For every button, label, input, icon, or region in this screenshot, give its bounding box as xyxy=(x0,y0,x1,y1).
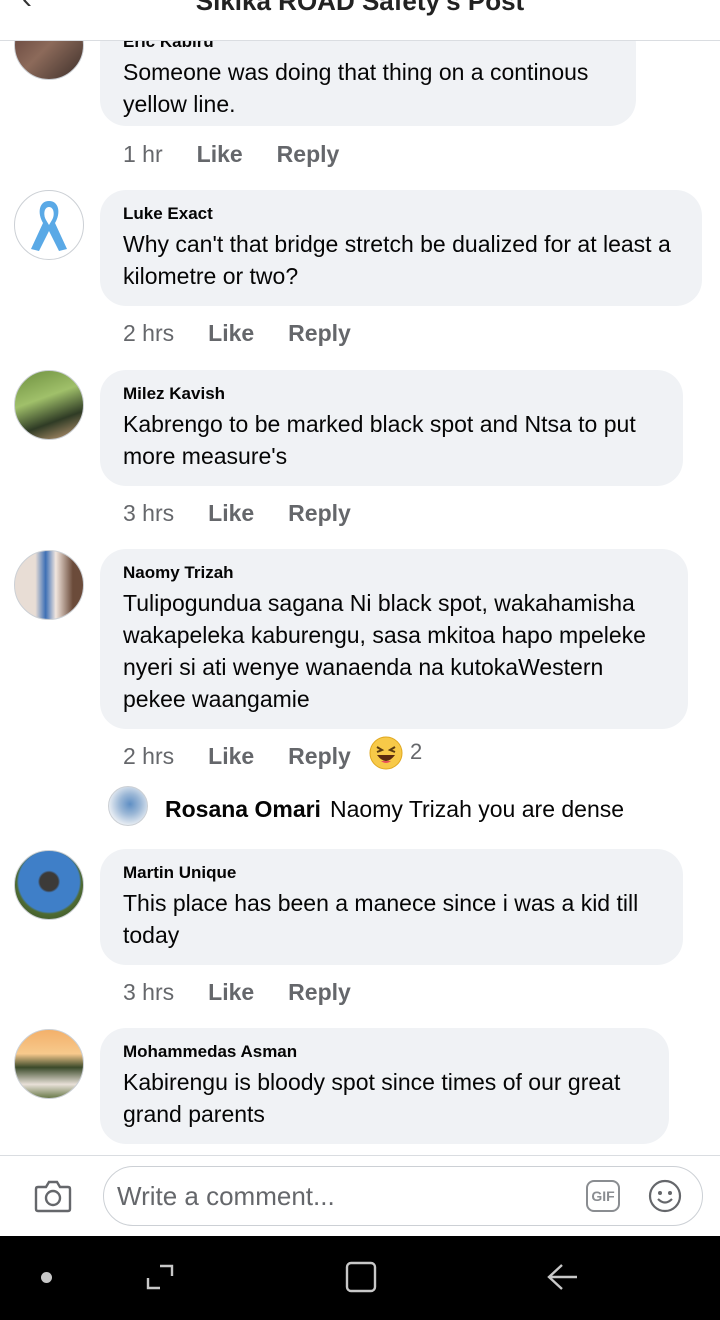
comment-placeholder[interactable]: Write a comment... xyxy=(117,1181,335,1212)
recent-apps-icon[interactable] xyxy=(144,1260,176,1294)
commenter-avatar[interactable] xyxy=(14,850,84,920)
like-button[interactable]: Like xyxy=(197,139,243,169)
commenter-avatar[interactable] xyxy=(14,1029,84,1099)
comment-text: Kabrengo to be marked black spot and Nts… xyxy=(123,411,636,469)
comment-actions: 3 hrs Like Reply xyxy=(123,498,351,528)
comments-feed[interactable]: Eric Kabiru Someone was doing that thing… xyxy=(0,0,720,1155)
commenter-name[interactable]: Luke Exact xyxy=(123,204,679,224)
comment-text: Why can't that bridge stretch be dualize… xyxy=(123,231,671,289)
like-button[interactable]: Like xyxy=(208,498,254,528)
reply-button[interactable]: Reply xyxy=(277,139,340,169)
reply-button[interactable]: Reply xyxy=(288,498,351,528)
comment-composer: Write a comment... GIF xyxy=(0,1155,720,1236)
haha-reaction-icon xyxy=(369,736,403,770)
comment-actions: 3 hrs Like Reply xyxy=(123,977,351,1007)
comment-text: Someone was doing that thing on a contin… xyxy=(123,59,589,117)
like-button[interactable]: Like xyxy=(208,741,254,771)
reply-button[interactable]: Reply xyxy=(288,318,351,348)
commenter-avatar[interactable] xyxy=(14,550,84,620)
ribbon-avatar-image xyxy=(31,201,67,251)
reply-author[interactable]: Rosana Omari xyxy=(165,796,321,823)
home-icon[interactable] xyxy=(344,1260,378,1294)
comment-text: Kabirengu is bloody spot since times of … xyxy=(123,1069,621,1127)
comment-bubble[interactable]: Milez Kavish Kabrengo to be marked black… xyxy=(100,370,683,486)
system-nav-bar xyxy=(0,1236,720,1320)
commenter-name[interactable]: Mohammedas Asman xyxy=(123,1042,646,1062)
back-nav-icon[interactable] xyxy=(546,1262,580,1292)
camera-icon[interactable] xyxy=(34,1178,72,1214)
comment-time[interactable]: 1 hr xyxy=(123,139,163,169)
comment-text: Tulipogundua sagana Ni black spot, wakah… xyxy=(123,590,646,712)
nav-dot-icon[interactable] xyxy=(41,1272,52,1283)
comment-actions: 2 hrs Like Reply xyxy=(123,318,351,348)
reaction-count: 2 xyxy=(410,739,423,764)
comment-time[interactable]: 2 hrs xyxy=(123,741,174,771)
comment-bubble[interactable]: Martin Unique This place has been a mane… xyxy=(100,849,683,965)
like-button[interactable]: Like xyxy=(208,318,254,348)
commenter-name[interactable]: Milez Kavish xyxy=(123,384,660,404)
comment-bubble[interactable]: Mohammedas Asman Kabirengu is bloody spo… xyxy=(100,1028,669,1144)
commenter-name[interactable]: Naomy Trizah xyxy=(123,563,665,583)
commenter-avatar[interactable] xyxy=(14,190,84,260)
reply-avatar[interactable] xyxy=(108,786,148,826)
comment-actions: 2 hrs Like Reply xyxy=(123,741,351,771)
comment-time[interactable]: 3 hrs xyxy=(123,977,174,1007)
comment-text: This place has been a manece since i was… xyxy=(123,890,639,948)
reply-text: Naomy Trizah you are dense xyxy=(330,796,625,822)
comment-time[interactable]: 3 hrs xyxy=(123,498,174,528)
reply-button[interactable]: Reply xyxy=(288,977,351,1007)
page-title: Sikika ROAD Safety's Post xyxy=(195,0,525,16)
like-button[interactable]: Like xyxy=(208,977,254,1007)
reply-button[interactable]: Reply xyxy=(288,741,351,771)
commenter-name[interactable]: Martin Unique xyxy=(123,863,660,883)
comment-input[interactable]: Write a comment... GIF xyxy=(103,1166,703,1226)
post-header: ‹ Sikika ROAD Safety's Post xyxy=(0,0,720,41)
comment-bubble[interactable]: Luke Exact Why can't that bridge stretch… xyxy=(100,190,702,306)
comment-time[interactable]: 2 hrs xyxy=(123,318,174,348)
commenter-avatar[interactable] xyxy=(14,370,84,440)
comment-actions: 1 hr Like Reply xyxy=(123,139,339,169)
gif-icon[interactable]: GIF xyxy=(586,1180,620,1212)
comment-bubble[interactable]: Naomy Trizah Tulipogundua sagana Ni blac… xyxy=(100,549,688,729)
emoji-icon[interactable] xyxy=(648,1179,682,1213)
